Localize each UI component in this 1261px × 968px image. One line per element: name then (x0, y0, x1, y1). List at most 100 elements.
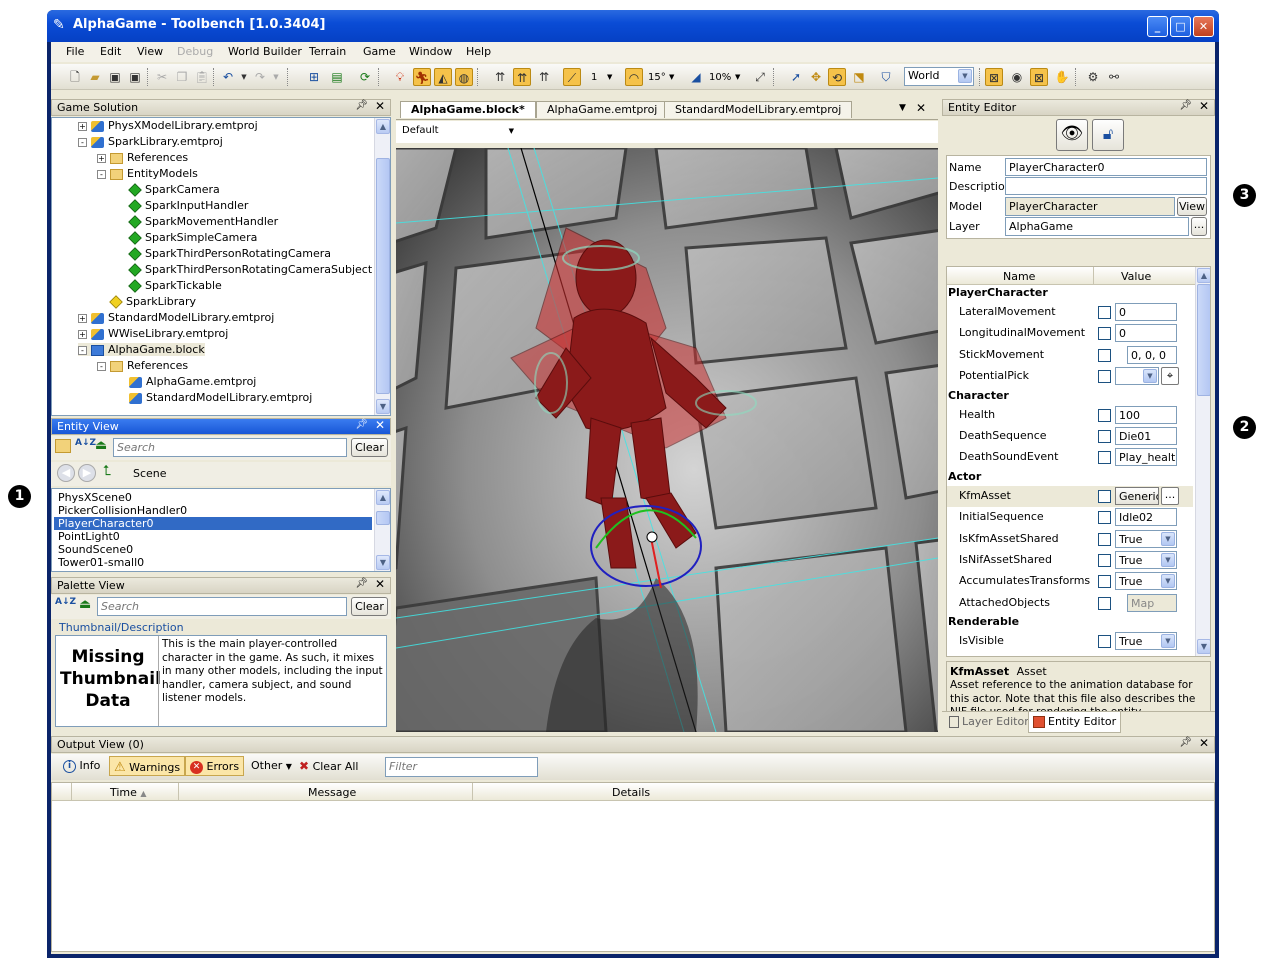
save-icon[interactable]: ▣ (106, 68, 124, 86)
collapse-icon[interactable]: - (97, 169, 106, 179)
property-value[interactable]: ▼ (1115, 367, 1159, 386)
property-value[interactable]: Die01 (1115, 427, 1177, 445)
property-row[interactable]: InitialSequence Idle02 (947, 507, 1193, 528)
entity-editor-header[interactable]: Entity Editor 📌︎ ✕ (942, 99, 1215, 116)
override-checkbox[interactable] (1098, 408, 1111, 422)
property-row[interactable]: LateralMovement 0 (947, 302, 1193, 323)
terrain-icon[interactable]: ◭ (434, 68, 452, 86)
scroll-down-icon[interactable]: ▼ (376, 399, 390, 414)
sort-az-icon[interactable]: A↓Z (55, 597, 76, 607)
asset-browse-button[interactable]: ... (1161, 486, 1179, 505)
info-filter-button[interactable]: i Info (59, 756, 104, 776)
solution-tree[interactable]: + PhysXModelLibrary.emtproj - SparkLibrary.… (51, 117, 391, 416)
warnings-filter-button[interactable]: ⚠ Warnings (109, 756, 186, 776)
tree-item[interactable]: + PhysXModelLibrary.emtproj (78, 119, 258, 132)
property-row[interactable]: AccumulatesTransforms True ▼ (947, 571, 1193, 592)
pin-icon[interactable]: 📌︎ (1179, 100, 1192, 111)
override-checkbox[interactable] (1098, 451, 1111, 465)
override-checkbox[interactable] (1098, 635, 1111, 649)
palette-search-input[interactable]: Search (97, 597, 347, 616)
override-checkbox[interactable] (1098, 430, 1111, 443)
property-value[interactable]: Idle02 (1115, 508, 1177, 527)
override-checkbox[interactable] (1098, 596, 1111, 610)
entity-list-item[interactable]: PointLight0 (54, 530, 372, 543)
tree-item[interactable]: SparkSimpleCamera (116, 231, 257, 245)
snap-count-value[interactable]: 1 (591, 72, 597, 83)
tree-item[interactable]: - EntityModels (97, 167, 198, 180)
menu-view[interactable]: View (137, 45, 163, 58)
rotate-tool-icon[interactable]: ⟲ (828, 68, 846, 86)
scroll-down-icon[interactable]: ▼ (1197, 639, 1210, 654)
expand-icon[interactable]: + (97, 153, 106, 163)
calculator-icon[interactable]: ⊞ (305, 68, 323, 86)
tree-item[interactable]: SparkLibrary (97, 295, 196, 309)
entity-list-item[interactable]: Tower01-small0 (54, 556, 372, 569)
forward-icon[interactable]: ▶ (78, 464, 96, 482)
close-icon[interactable]: ✕ (916, 101, 926, 115)
tree-scrollbar[interactable]: ▲ ▼ (374, 118, 390, 415)
property-grid[interactable]: Name Value PlayerCharacter LateralMovemen… (946, 266, 1211, 657)
chevron-down-icon[interactable]: ▼ (1161, 553, 1175, 567)
binoculars-icon[interactable]: ⚯ (1105, 68, 1123, 86)
game-solution-header[interactable]: Game Solution 📌︎ ✕ (51, 99, 391, 116)
description-field[interactable] (1005, 177, 1207, 195)
tree-item[interactable]: SparkTickable (116, 279, 222, 293)
protractor-icon[interactable]: ◠ (625, 68, 643, 86)
scene-render[interactable] (396, 148, 938, 732)
chevron-down-icon[interactable]: ▼ (1143, 369, 1157, 384)
select-arrow-icon[interactable]: ➚ (787, 68, 805, 86)
menu-help[interactable]: Help (466, 45, 491, 58)
expand-icon[interactable]: + (78, 329, 87, 339)
property-value[interactable]: True ▼ (1115, 551, 1177, 569)
tree-item[interactable]: StandardModelLibrary.emtproj (116, 391, 312, 404)
layer-browse-button[interactable]: ... (1191, 217, 1207, 236)
menu-world-builder[interactable]: World Builder (228, 45, 302, 58)
scroll-thumb[interactable] (376, 158, 390, 394)
property-row[interactable]: IsKfmAssetShared True ▼ (947, 529, 1193, 550)
menu-terrain[interactable]: Terrain (309, 45, 346, 58)
refresh-icon[interactable]: ⟳ (356, 68, 374, 86)
palette-clear-button[interactable]: Clear (351, 597, 388, 616)
save-layer-icon[interactable]: ▤ (328, 68, 346, 86)
message-column-header[interactable]: Message (308, 786, 356, 799)
property-value[interactable]: Play_health_ (1115, 448, 1177, 467)
ruler-frame-icon[interactable]: ⊠ (985, 68, 1003, 86)
open-folder-icon[interactable]: ▰ (86, 68, 104, 86)
entity-view-header[interactable]: Entity View 📌︎ ✕ (51, 418, 391, 435)
tree-item[interactable]: - References (97, 359, 188, 372)
override-checkbox[interactable] (1098, 370, 1111, 384)
globe-icon[interactable]: ◍ (455, 68, 473, 86)
collapse-icon[interactable]: - (78, 137, 87, 147)
collapse-icon[interactable]: - (78, 345, 87, 355)
snap-move-icon[interactable]: ⇈ (513, 68, 531, 86)
expand-icon[interactable]: + (78, 121, 87, 131)
unlock-button[interactable]: 🔓︎ (1092, 119, 1124, 151)
override-checkbox[interactable] (1098, 532, 1111, 546)
property-value[interactable]: True ▼ (1115, 632, 1177, 651)
close-icon[interactable]: ✕ (375, 99, 385, 113)
property-value[interactable]: 100 (1115, 405, 1177, 424)
back-icon[interactable]: ◀ (57, 464, 75, 482)
tab-entity-editor[interactable]: Entity Editor (1028, 712, 1122, 733)
close-icon[interactable]: ✕ (375, 418, 385, 432)
entity-list[interactable]: PhysXScene0 PickerCollisionHandler0 Player… (51, 488, 391, 572)
property-row[interactable]: PotentialPick ⌖ ▼ (947, 366, 1193, 387)
menu-game[interactable]: Game (363, 45, 396, 58)
tree-item[interactable]: SparkThirdPersonRotatingCamera (116, 247, 331, 261)
override-checkbox[interactable] (1098, 511, 1111, 525)
scroll-thumb[interactable] (1197, 284, 1210, 396)
other-dropdown-button[interactable]: Other ▼ (247, 756, 296, 776)
filter-icon[interactable]: ⏏ (95, 438, 107, 453)
property-value[interactable]: Map▶ (1127, 593, 1177, 612)
snap-count-dropdown-icon[interactable]: ▼ (607, 73, 612, 81)
snap-translate-icon[interactable]: ⇈ (491, 68, 509, 86)
scroll-thumb[interactable] (376, 511, 390, 525)
property-row[interactable]: IsNifAssetShared True ▼ (947, 550, 1193, 571)
tab-standardmodellibrary[interactable]: StandardModelLibrary.emtproj (664, 101, 853, 118)
tree-item[interactable]: AlphaGame.emtproj (116, 375, 256, 388)
save-all-icon[interactable]: ▣ (126, 68, 144, 86)
maximize-button[interactable]: □ (1170, 16, 1191, 37)
minimize-button[interactable]: _ (1147, 16, 1168, 37)
light-bulb-icon[interactable]: 💡︎ (391, 68, 409, 86)
close-icon[interactable]: ✕ (1199, 736, 1209, 750)
